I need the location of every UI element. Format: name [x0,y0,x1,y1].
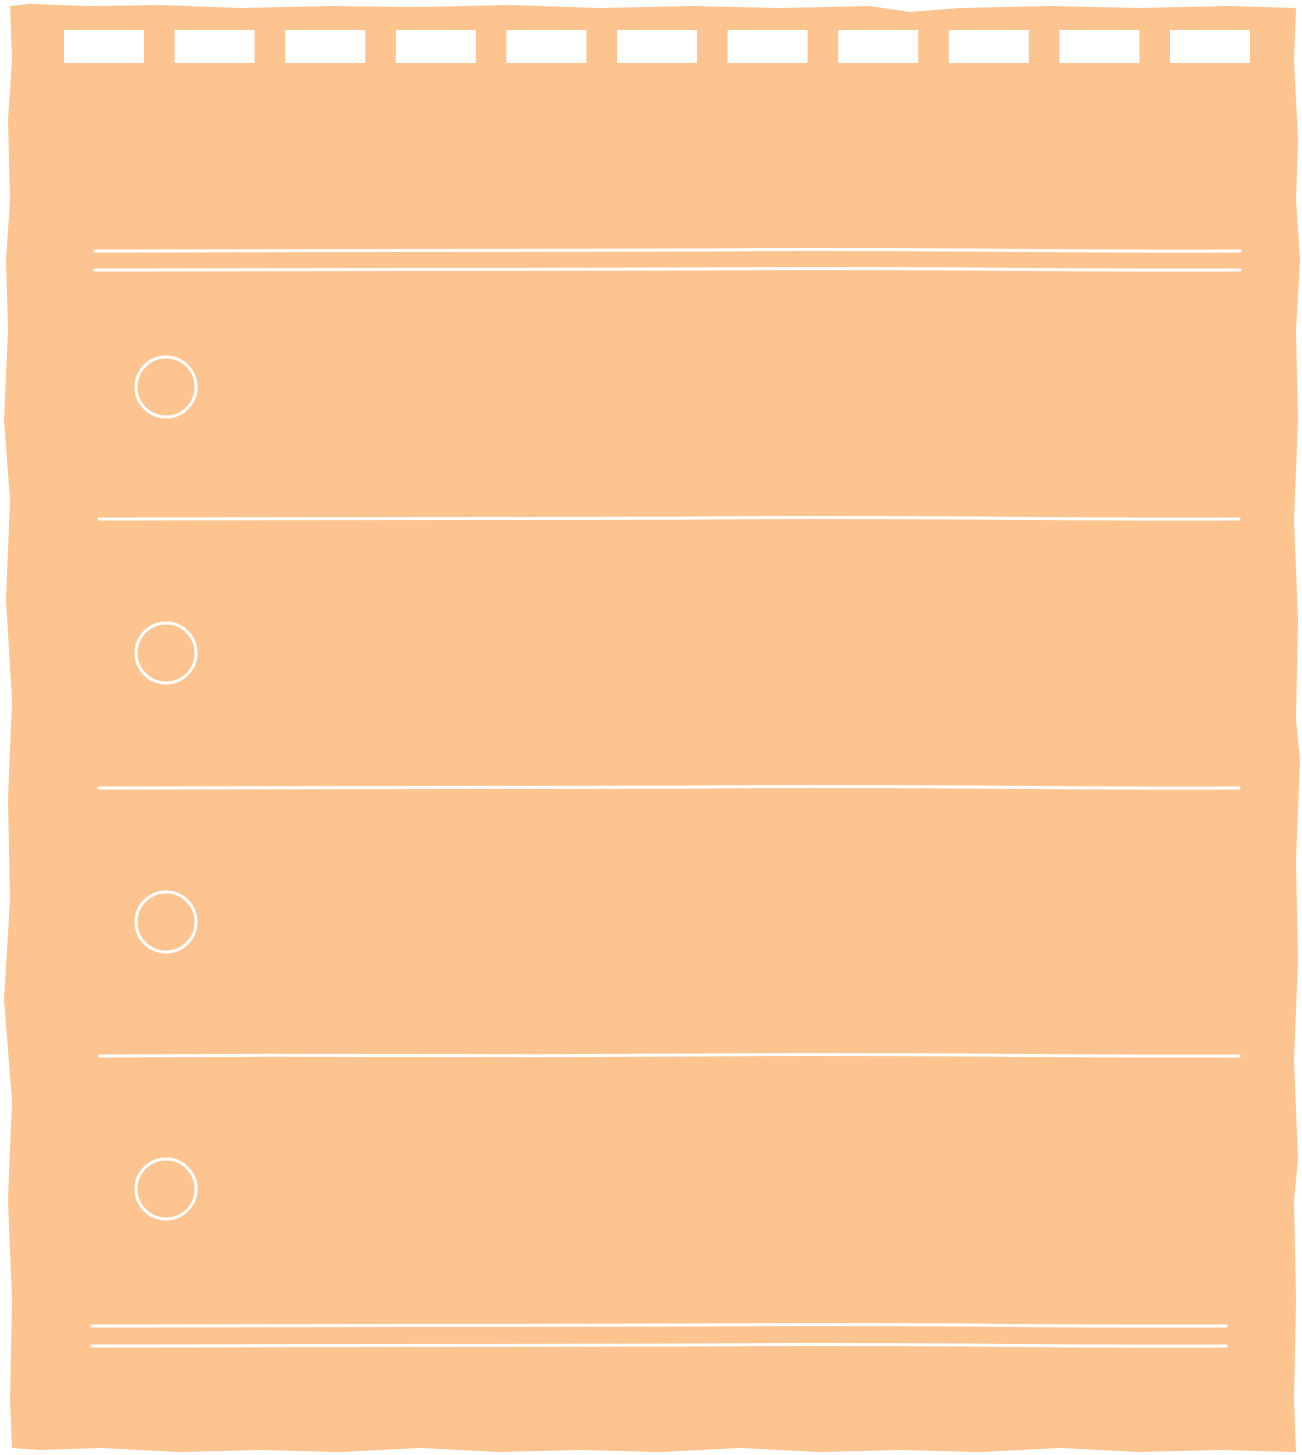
binding-hole [174,30,255,63]
top-rule-line-2 [93,266,1242,272]
top-rule-line-1 [93,247,1242,253]
binding-hole [64,30,144,63]
binding-hole [285,30,366,63]
binding-hole [838,30,919,63]
row-divider-line [97,784,1241,790]
binding-hole [617,30,697,63]
memo-sheet [4,4,1300,1452]
bottom-rule-line-1 [90,1322,1228,1328]
binding-hole [1170,30,1250,63]
binding-hole [506,30,587,63]
binding-hole [948,30,1029,63]
row-divider-line [97,515,1241,521]
binding-hole [395,30,476,63]
binding-hole [727,30,808,63]
bottom-rule-line-2 [90,1342,1228,1348]
row-divider-line [98,1052,1241,1058]
paper-background [4,4,1300,1452]
binding-hole [1059,30,1140,63]
binding-holes [64,30,1250,63]
